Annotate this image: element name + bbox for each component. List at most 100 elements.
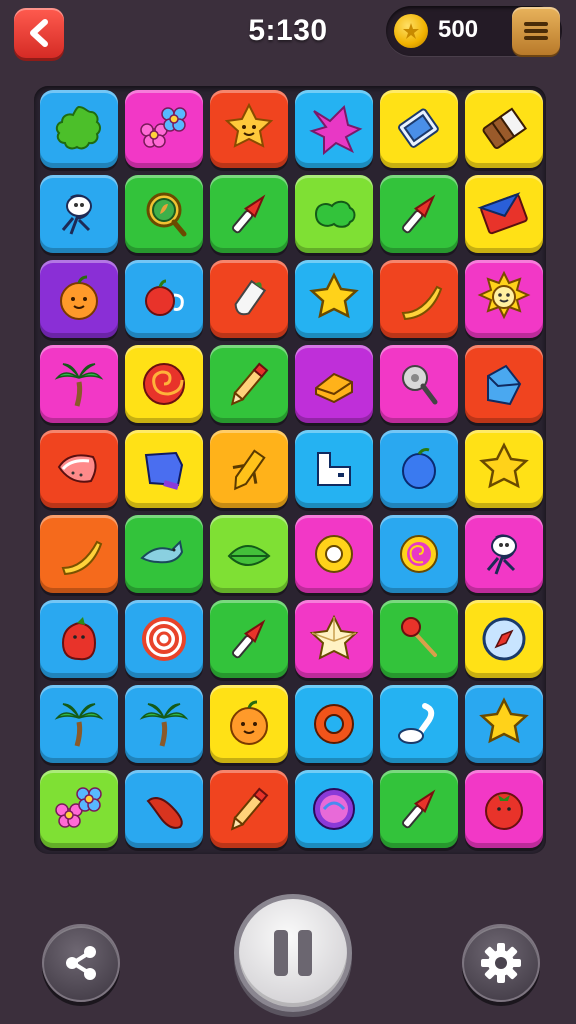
smiling-sun-icon [477, 270, 531, 320]
tile-flowers[interactable] [125, 90, 203, 168]
tile-swirl-candy[interactable] [125, 345, 203, 423]
tile-blue-fruit[interactable] [380, 430, 458, 508]
tile-banana[interactable] [40, 515, 118, 593]
cheese-block-icon [315, 372, 353, 404]
tile-palm-tree[interactable] [40, 685, 118, 763]
tile-pink-splat[interactable] [295, 90, 373, 168]
blue-book-icon [398, 108, 439, 148]
tile-compass[interactable] [465, 600, 543, 678]
yellow-star-icon [309, 272, 359, 319]
yellow-ring-icon [315, 535, 353, 573]
tile-blue-cloth[interactable] [125, 430, 203, 508]
red-pepper-icon [146, 797, 183, 829]
tile-banana[interactable] [380, 260, 458, 338]
tile-paintbrush[interactable] [210, 175, 288, 253]
tile-white-hook[interactable] [380, 685, 458, 763]
tile-pencil[interactable] [210, 770, 288, 848]
palm-tree-icon [139, 703, 189, 747]
pizza-cutter-icon [402, 365, 438, 405]
tile-orange-ring[interactable] [295, 685, 373, 763]
tile-yellow-star[interactable] [465, 430, 543, 508]
tile-rocket-pen[interactable] [210, 430, 288, 508]
magnifier-leaf-icon [146, 192, 187, 237]
pink-splat-icon [309, 105, 363, 156]
tile-lollipop-swirl[interactable] [380, 515, 458, 593]
top-bar: 5:130 500 [0, 0, 576, 70]
tile-origami-star[interactable] [295, 600, 373, 678]
coin-icon [394, 14, 428, 48]
red-envelope-icon [477, 192, 528, 235]
menu-button[interactable] [512, 7, 560, 55]
hamburger-menu-icon [524, 22, 548, 40]
ghost-puppet-icon [486, 534, 517, 575]
tile-paintbrush[interactable] [380, 175, 458, 253]
tile-white-block[interactable] [295, 430, 373, 508]
compass-icon [482, 617, 526, 661]
tile-paintbrush[interactable] [210, 600, 288, 678]
pause-icon [274, 930, 312, 976]
tile-white-pepper[interactable] [210, 260, 288, 338]
paintbrush-icon [232, 619, 266, 659]
tile-palm-tree[interactable] [125, 685, 203, 763]
green-leaf-blob-icon [314, 200, 356, 228]
tile-yellow-star[interactable] [465, 685, 543, 763]
green-bush-icon [55, 105, 101, 150]
tile-red-pepper[interactable] [125, 770, 203, 848]
tile-green-leaf-blob[interactable] [295, 175, 373, 253]
tile-green-leaf[interactable] [210, 515, 288, 593]
flowers-icon [140, 107, 187, 148]
share-icon [66, 946, 96, 980]
tile-orange-face[interactable] [40, 260, 118, 338]
gear-icon [481, 943, 521, 983]
tile-smiling-sun[interactable] [465, 260, 543, 338]
tile-target-rings[interactable] [125, 600, 203, 678]
blue-bag-icon [487, 364, 522, 406]
yellow-star-icon [479, 442, 529, 489]
orange-face-icon [60, 275, 98, 320]
tile-ghost-puppet[interactable] [465, 515, 543, 593]
yellow-star-icon [479, 697, 529, 744]
tile-purple-orb[interactable] [295, 770, 373, 848]
tomato-cup-icon [145, 279, 184, 316]
tile-chocolate-bar[interactable] [465, 90, 543, 168]
tile-lollipop-stick[interactable] [380, 600, 458, 678]
paintbrush-icon [402, 789, 436, 829]
tile-green-bush[interactable] [40, 90, 118, 168]
banana-icon [401, 285, 443, 321]
tile-yellow-ring[interactable] [295, 515, 373, 593]
tile-red-fruit[interactable] [40, 600, 118, 678]
tile-tomato[interactable] [465, 770, 543, 848]
white-pepper-icon [234, 279, 267, 316]
tile-blue-book[interactable] [380, 90, 458, 168]
tile-tomato-cup[interactable] [125, 260, 203, 338]
tile-magnifier-leaf[interactable] [125, 175, 203, 253]
tile-orange-face[interactable] [210, 685, 288, 763]
banana-icon [61, 540, 103, 576]
tile-blue-bag[interactable] [465, 345, 543, 423]
tile-watermelon-slice[interactable] [40, 430, 118, 508]
pencil-icon [230, 362, 269, 406]
tile-cheese-block[interactable] [295, 345, 373, 423]
share-button[interactable] [42, 924, 120, 1002]
tile-bird[interactable] [125, 515, 203, 593]
tile-paintbrush[interactable] [380, 770, 458, 848]
blue-fruit-icon [402, 448, 436, 489]
watermelon-slice-icon [57, 454, 97, 483]
tile-red-envelope[interactable] [465, 175, 543, 253]
pause-button[interactable] [234, 894, 352, 1012]
settings-button[interactable] [462, 924, 540, 1002]
blue-cloth-icon [144, 451, 184, 490]
tile-flowers[interactable] [40, 770, 118, 848]
green-leaf-icon [227, 545, 271, 566]
tile-palm-tree[interactable] [40, 345, 118, 423]
tile-yellow-star[interactable] [295, 260, 373, 338]
smiling-star-icon [224, 102, 274, 148]
ghost-puppet-icon [61, 194, 92, 235]
pencil-icon [230, 787, 269, 831]
tile-pizza-cutter[interactable] [380, 345, 458, 423]
tile-pencil[interactable] [210, 345, 288, 423]
lollipop-stick-icon [401, 617, 437, 657]
red-fruit-icon [61, 617, 97, 661]
tile-smiling-star[interactable] [210, 90, 288, 168]
tile-ghost-puppet[interactable] [40, 175, 118, 253]
